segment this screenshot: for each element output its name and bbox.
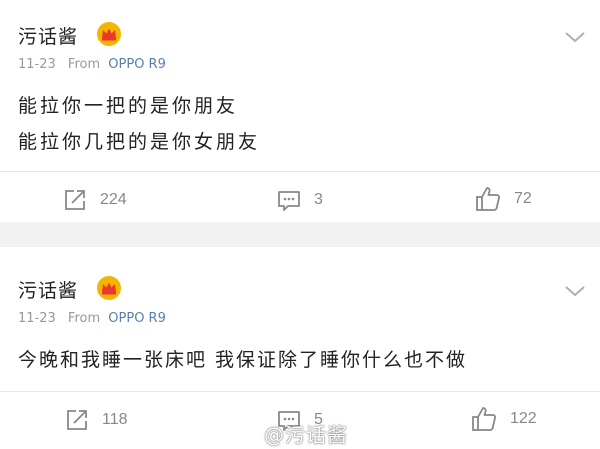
chevron-down-icon[interactable] [564,30,586,44]
thumbs-up-icon [472,407,497,431]
source-device[interactable]: OPPO R9 [108,311,166,326]
comment-count: 3 [314,191,323,208]
like-button[interactable]: 122 [470,404,537,434]
post-date: 11-23 [18,311,56,326]
repost-button[interactable]: 118 [64,405,128,435]
repost-icon [67,410,87,430]
comment-icon [278,191,300,211]
comment-button[interactable]: 3 [276,185,323,215]
repost-icon [65,190,85,210]
username[interactable]: 污话酱 [18,276,78,303]
post-date: 11-23 [18,57,56,72]
post-text-line: 今晚和我睡一张床吧 我保证除了睡你什么也不做 [18,349,468,371]
username[interactable]: 污话酱 [18,22,78,49]
source-label: From [67,57,101,72]
divider [0,171,600,172]
post-card: 污话酱 11-23 From OPPO R9 能拉你一把的是你朋友 能拉你几把的… [0,0,600,222]
repost-count: 118 [102,411,128,428]
post-text-line: 能拉你几把的是你女朋友 [18,131,261,153]
post-meta: 11-23 From OPPO R9 [18,57,166,72]
crown-badge-icon [97,22,121,46]
like-button[interactable]: 72 [474,184,532,214]
like-count: 72 [514,190,532,207]
like-count: 122 [510,410,537,427]
repost-count: 224 [100,191,127,208]
post-meta: 11-23 From OPPO R9 [18,311,166,326]
repost-button[interactable]: 224 [62,185,127,215]
watermark: @污话酱 [264,423,348,447]
post-text-line: 能拉你一把的是你朋友 [18,95,239,117]
thumbs-up-icon [476,187,501,211]
divider [0,391,600,392]
crown-badge-icon [97,276,121,300]
source-device[interactable]: OPPO R9 [108,57,166,72]
source-label: From [67,311,101,326]
chevron-down-icon[interactable] [564,284,586,298]
